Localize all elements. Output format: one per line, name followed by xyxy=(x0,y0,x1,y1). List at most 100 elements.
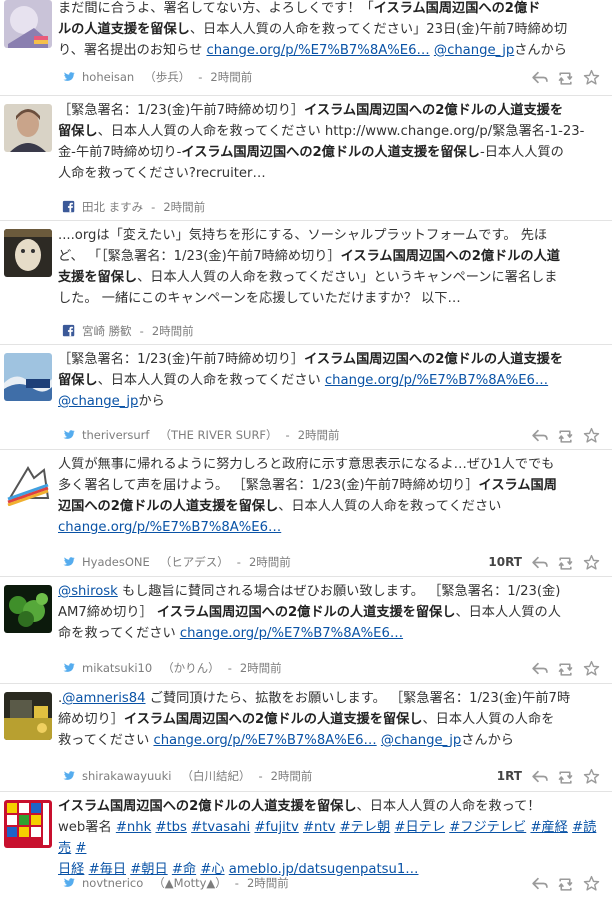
post-text-line: ［緊急署名：1/23(金)午前7時締め切り］イスラム国周辺国への2億ドルの人道支… xyxy=(58,349,606,370)
post-link[interactable]: @change_jp xyxy=(381,733,461,748)
post-link[interactable]: change.org/p/%E7%B7%8A%E6… xyxy=(153,733,376,748)
text-segment: ［緊急署名：1/23(金)午前7時締め切り］ xyxy=(58,352,305,367)
username[interactable]: theriversurf xyxy=(82,428,149,442)
text-segment: 人命を救ってください?recruiter… xyxy=(58,166,266,181)
post-link[interactable]: #産経 xyxy=(530,820,567,835)
timestamp[interactable]: 2時間前 xyxy=(240,660,282,676)
favorite-icon[interactable] xyxy=(583,875,600,892)
timestamp[interactable]: 2時間前 xyxy=(210,69,252,85)
username[interactable]: hoheisan xyxy=(82,70,134,84)
post-link[interactable]: #日テレ xyxy=(394,820,445,835)
post-text: ［緊急署名：1/23(金)午前7時締め切り］イスラム国周辺国への2億ドルの人道支… xyxy=(58,100,606,184)
post-text: ....orgは「変えたい」気持ちを形にする、ソーシャルプラットフォームです。 … xyxy=(58,225,606,309)
timestamp[interactable]: 2時間前 xyxy=(152,323,194,339)
tweet-actions xyxy=(531,766,600,786)
avatar[interactable] xyxy=(4,458,52,506)
reply-icon[interactable] xyxy=(531,875,548,892)
post-meta: shirakawayuuki （白川結紀） -2時間前 1RT xyxy=(62,766,604,786)
post-link[interactable]: @shirosk xyxy=(58,584,118,599)
post-text-line: 命を救ってください change.org/p/%E7%B7%8A%E6… xyxy=(58,623,606,644)
username[interactable]: HyadesONE xyxy=(82,555,150,569)
retweet-icon[interactable] xyxy=(557,554,574,571)
retweet-count: 1RT xyxy=(496,769,522,783)
avatar[interactable] xyxy=(4,104,52,152)
retweet-icon[interactable] xyxy=(557,660,574,677)
post-link[interactable]: change.org/p/%E7%B7%8A%E6… xyxy=(325,373,548,388)
post-text-line: 留保し、日本人人質の人命を救ってください change.org/p/%E7%B7… xyxy=(58,370,606,391)
favorite-icon[interactable] xyxy=(583,768,600,785)
post-link[interactable]: #テレ朝 xyxy=(340,820,391,835)
timestamp[interactable]: 2時間前 xyxy=(298,427,340,443)
post-link[interactable]: #tbs xyxy=(155,820,186,835)
post-link[interactable]: #tvasahi xyxy=(191,820,250,835)
post-text-line: ルの人道支援を留保し、日本人人質の人命を救ってください」23日(金)午前7時締め… xyxy=(58,19,606,40)
username[interactable]: 田北 ますみ xyxy=(82,199,143,215)
display-name: （▲Motty▲） xyxy=(153,876,227,890)
post-meta: HyadesONE （ヒアデス） -2時間前 10RT xyxy=(62,552,604,572)
post-link[interactable]: change.org/p/%E7%B7%8A%E6… xyxy=(58,520,281,535)
favorite-icon[interactable] xyxy=(583,554,600,571)
separator: - xyxy=(234,876,239,890)
reply-icon[interactable] xyxy=(531,554,548,571)
username[interactable]: mikatsuki10 xyxy=(82,661,152,675)
post-link[interactable]: #ntv xyxy=(303,820,335,835)
text-segment: さんから xyxy=(461,733,514,748)
retweet-icon[interactable] xyxy=(557,875,574,892)
post: イスラム国周辺国への2億ドルの人道支援を留保し、日本人人質の人命を救って！ web… xyxy=(0,792,612,905)
post-link[interactable]: @change_jp xyxy=(58,394,138,409)
username[interactable]: novtnerico xyxy=(82,876,143,890)
post-link[interactable]: @change_jp xyxy=(434,43,514,58)
post-text-line: り、署名提出のお知らせ change.org/p/%E7%B7%8A%E6… @… xyxy=(58,40,606,61)
avatar[interactable] xyxy=(4,800,52,848)
text-segment: 、日本人人質の人命を救ってください」というキャンペーンに署名しま xyxy=(137,270,558,285)
avatar[interactable] xyxy=(4,353,52,401)
post: .@amneris84 ご賛同頂けたら、拡散をお願いします。 ［緊急署名：1/2… xyxy=(0,684,612,792)
post-link[interactable]: #nhk xyxy=(116,820,151,835)
post-link[interactable]: #fujitv xyxy=(254,820,298,835)
post: ....orgは「変えたい」気持ちを形にする、ソーシャルプラットフォームです。 … xyxy=(0,221,612,345)
post-meta: 田北 ますみ -2時間前 xyxy=(62,197,604,217)
post: 人質が無事に帰れるように努力しろと政府に示す意思表示になるよ…ぜひ1人ででも 多く… xyxy=(0,450,612,577)
highlighted-text: イスラム国周 xyxy=(478,478,557,493)
favorite-icon[interactable] xyxy=(583,427,600,444)
post-text: ［緊急署名：1/23(金)午前7時締め切り］イスラム国周辺国への2億ドルの人道支… xyxy=(58,349,606,412)
post-link[interactable]: change.org/p/%E7%B7%8A%E6… xyxy=(206,43,429,58)
display-name: （ヒアデス） xyxy=(159,555,229,569)
post-text: @shirosk もし趣旨に賛同される場合はぜひお願い致します。 ［緊急署名：1… xyxy=(58,581,606,644)
post-link[interactable]: # xyxy=(75,841,86,856)
facebook-icon xyxy=(62,324,75,337)
retweet-icon[interactable] xyxy=(557,768,574,785)
post-link[interactable]: #フジテレビ xyxy=(449,820,526,835)
post-text-line: @change_jpから xyxy=(58,391,606,412)
avatar[interactable] xyxy=(4,229,52,277)
highlighted-text: イスラム国周辺国への2億ドルの人道支援を留保し xyxy=(156,605,456,620)
post-text-line: web署名 #nhk #tbs #tvasahi #fujitv #ntv #テ… xyxy=(58,817,606,859)
timestamp[interactable]: 2時間前 xyxy=(163,199,205,215)
timestamp[interactable]: 2時間前 xyxy=(247,875,289,891)
favorite-icon[interactable] xyxy=(583,660,600,677)
reply-icon[interactable] xyxy=(531,69,548,86)
reply-icon[interactable] xyxy=(531,427,548,444)
text-segment: 、日本人人質の人命を xyxy=(422,712,555,727)
timestamp[interactable]: 2時間前 xyxy=(249,554,291,570)
highlighted-text: ルの人道支援を留保し xyxy=(58,22,190,37)
post: ［緊急署名：1/23(金)午前7時締め切り］イスラム国周辺国への2億ドルの人道支… xyxy=(0,345,612,450)
facebook-icon xyxy=(62,200,75,213)
timestamp[interactable]: 2時間前 xyxy=(271,768,313,784)
separator: - xyxy=(285,428,290,442)
avatar[interactable] xyxy=(4,692,52,740)
text-segment: 金-午前7時締め切り- xyxy=(58,145,182,160)
post-link[interactable]: change.org/p/%E7%B7%8A%E6… xyxy=(180,626,403,641)
favorite-icon[interactable] xyxy=(583,69,600,86)
retweet-icon[interactable] xyxy=(557,69,574,86)
tweet-actions xyxy=(531,552,600,572)
username[interactable]: 宮崎 勝歓 xyxy=(82,323,132,339)
avatar[interactable] xyxy=(4,0,52,48)
reply-icon[interactable] xyxy=(531,768,548,785)
post-link[interactable]: @amneris84 xyxy=(62,691,145,706)
reply-icon[interactable] xyxy=(531,660,548,677)
retweet-icon[interactable] xyxy=(557,427,574,444)
avatar[interactable] xyxy=(4,585,52,633)
username[interactable]: shirakawayuuki xyxy=(82,769,171,783)
text-segment: 、日本人人質の人命を救ってください xyxy=(97,373,325,388)
